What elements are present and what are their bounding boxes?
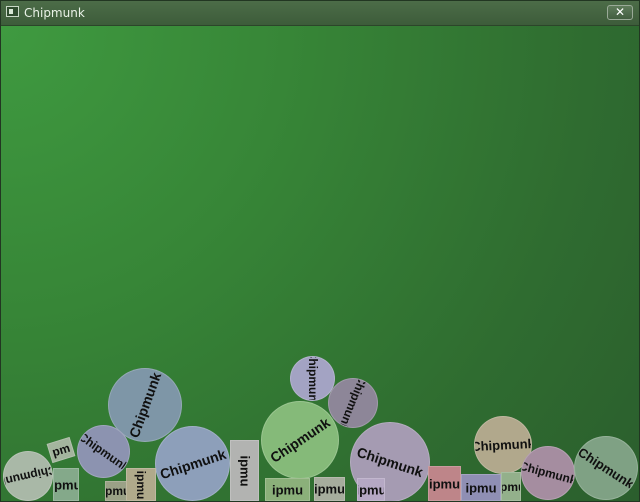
body-label: Chipmunk — [305, 356, 320, 401]
body-label: Chipmunk — [474, 435, 532, 455]
body-box-11: ipmu — [501, 472, 521, 501]
body-label: ipmu — [314, 481, 345, 497]
body-box-3: ipmu — [105, 481, 127, 501]
body-box-8: ipmu — [357, 478, 385, 501]
body-box-2: pm — [46, 436, 76, 464]
body-box-9: ipmu — [428, 466, 461, 501]
body-label: ipmu — [502, 479, 520, 494]
body-label: Chipmunk — [267, 414, 333, 466]
body-circle-4: Chipmunk — [155, 426, 230, 501]
body-box-6: ipmu — [265, 478, 310, 501]
body-label: ipmu — [54, 477, 78, 492]
body-label: Chipmunk — [521, 458, 575, 488]
body-label: Chipmunk — [354, 443, 426, 481]
body-circle-11: Chipmunk — [574, 436, 638, 500]
app-icon — [6, 6, 19, 17]
body-circle-7: Chipmunk — [261, 401, 339, 479]
body-label: ipmu — [357, 482, 385, 497]
body-label: Chipmunk — [77, 428, 130, 475]
body-label: Chipmunk — [3, 462, 53, 490]
body-box-10: ipmu — [461, 474, 501, 501]
body-circle-3: Chipmunk — [77, 425, 130, 478]
body-box-1: ipmu — [53, 468, 79, 501]
body-circle-1: Chipmunk — [3, 451, 53, 501]
body-label: Chipmunk — [125, 370, 165, 440]
body-label: pm — [50, 440, 72, 460]
body-label: ipmu — [465, 480, 497, 495]
physics-canvas[interactable]: Chipmunk Chipmunk Chipmunk Chipmunk Chip… — [1, 26, 639, 501]
body-circle-10: Chipmunk — [521, 446, 575, 500]
body-box-7: ipmu — [314, 477, 345, 501]
body-label: ipmu — [134, 470, 148, 499]
title-bar[interactable]: Chipmunk ✕ — [1, 1, 639, 26]
body-circle-6: Chipmunk — [328, 378, 378, 428]
body-box-4: ipmu — [126, 468, 156, 501]
body-label: ipmu — [428, 476, 461, 491]
body-label: ipmu — [105, 484, 126, 498]
body-label: Chipmunk — [157, 445, 228, 482]
body-label: Chipmunk — [575, 444, 637, 492]
body-box-5: ipmu — [230, 440, 259, 501]
body-label: ipmu — [237, 454, 252, 487]
close-button[interactable]: ✕ — [607, 5, 633, 20]
app-window: Chipmunk ✕ Chipmunk Chipmunk Chipmunk Ch… — [0, 0, 640, 502]
window-title: Chipmunk — [24, 6, 85, 20]
body-label: Chipmunk — [335, 378, 371, 428]
body-label: ipmu — [271, 482, 304, 497]
